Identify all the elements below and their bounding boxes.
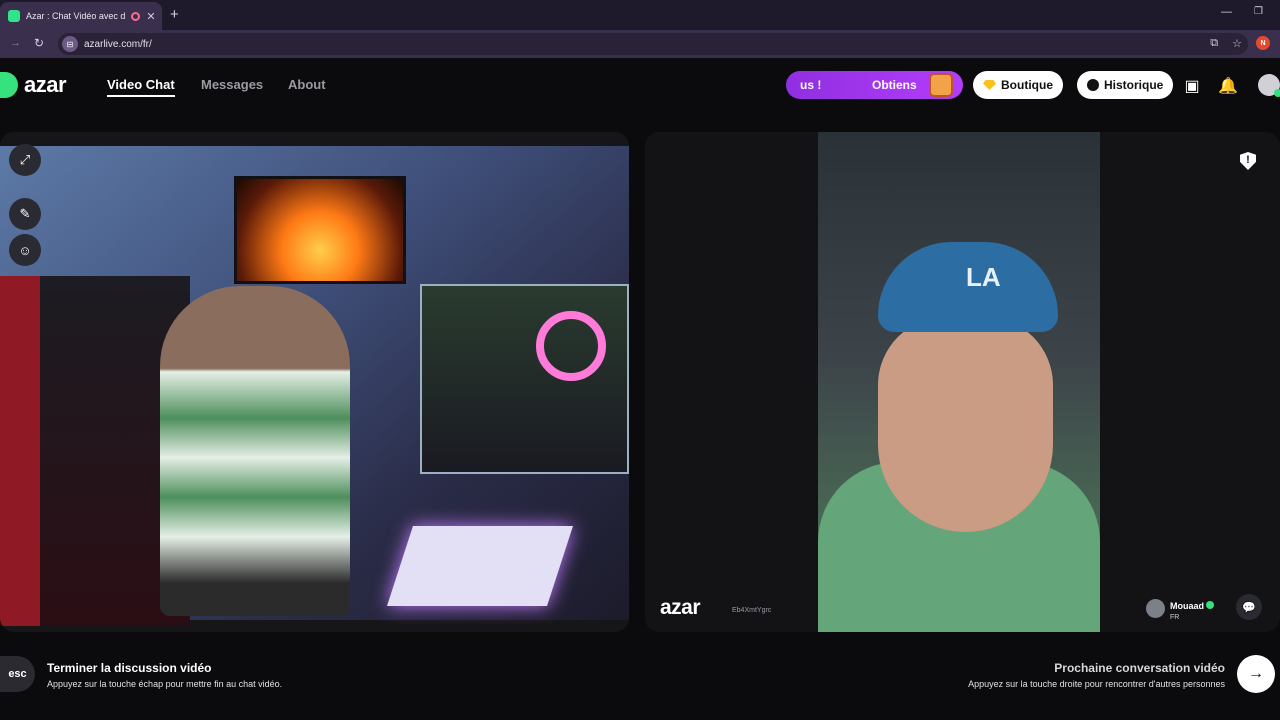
nav-video-chat[interactable]: Video Chat: [107, 77, 175, 97]
nav-messages[interactable]: Messages: [201, 77, 263, 92]
history-button[interactable]: Historique: [1077, 71, 1174, 99]
self-video-feed: [0, 146, 629, 626]
sticker-icon[interactable]: ☺: [9, 234, 41, 266]
inbox-icon[interactable]: ▣: [1182, 76, 1202, 96]
reload-icon[interactable]: ↻: [34, 36, 44, 50]
next-chat-title: Prochaine conversation vidéo: [1054, 661, 1225, 675]
end-chat-title: Terminer la discussion vidéo: [47, 661, 212, 675]
promo-text-right: Obtiens: [872, 78, 917, 92]
promo-text-left: us !: [800, 78, 822, 92]
profile-avatar[interactable]: N: [1256, 36, 1270, 50]
peer-info[interactable]: Mouaad FR: [1146, 596, 1215, 621]
watermark-id: Eb4XmtYgrc: [732, 607, 772, 614]
shop-button[interactable]: Boutique: [973, 71, 1063, 99]
clock-icon: [1087, 79, 1099, 91]
gem-icon: [983, 80, 996, 90]
rgb-keyboard: [387, 526, 573, 606]
history-label: Historique: [1104, 78, 1164, 92]
bell-icon[interactable]: 🔔: [1218, 76, 1238, 96]
nav-about[interactable]: About: [288, 77, 326, 92]
rgb-fan: [536, 311, 606, 381]
browser-toolbar: → ↻ ⊟ azarlive.com/fr/ ⧉ ☆ N: [0, 30, 1280, 58]
end-chat-hint: Appuyez sur la touche échap pour mettre …: [47, 679, 283, 689]
toolbar-actions: ⧉ ☆ N: [1210, 36, 1270, 50]
site-info-icon[interactable]: ⊟: [62, 36, 78, 52]
self-person: [160, 286, 350, 616]
restore-icon[interactable]: ❐: [1254, 6, 1263, 17]
magic-wand-icon[interactable]: ✎: [9, 198, 41, 230]
next-chat-hint: Appuyez sur la touche droite pour rencon…: [968, 679, 1225, 689]
minimize-icon[interactable]: —: [1221, 6, 1232, 18]
browser-tab[interactable]: Azar : Chat Vidéo avec de n ✕: [0, 2, 162, 30]
self-video-panel: [0, 132, 629, 632]
verified-badge-icon: [1206, 601, 1215, 609]
close-tab-icon[interactable]: ✕: [146, 10, 156, 23]
shop-label: Boutique: [1001, 78, 1053, 92]
promo-banner[interactable]: us ! Obtiens: [786, 71, 963, 99]
app-header: azar Video Chat Messages About us ! Obti…: [0, 58, 1280, 114]
tab-title: Azar : Chat Vidéo avec de n: [26, 11, 125, 21]
fireplace-screen: [234, 176, 406, 284]
azar-favicon-icon: [8, 10, 20, 22]
logo-text: azar: [24, 72, 67, 97]
new-tab-button[interactable]: +: [170, 6, 179, 23]
azar-watermark: azar: [660, 596, 701, 619]
azar-logo-icon: [0, 72, 18, 98]
remote-face: [878, 317, 1053, 532]
peer-avatar: [1146, 599, 1165, 618]
expand-icon[interactable]: ⤢: [9, 144, 41, 176]
pc-case: [420, 284, 629, 474]
cast-icon[interactable]: ⧉: [1210, 37, 1218, 50]
peer-name: Mouaad: [1170, 601, 1205, 611]
treasure-chest-icon: [929, 73, 953, 97]
chat-bubble-icon[interactable]: 💬: [1236, 594, 1262, 620]
remote-video-feed: LA: [818, 132, 1100, 632]
browser-tab-bar: Azar : Chat Vidéo avec de n ✕ + — ❐: [0, 0, 1280, 30]
recording-icon: [131, 11, 140, 21]
esc-key-button[interactable]: esc: [0, 656, 35, 692]
cap-logo: LA: [966, 262, 1001, 292]
remote-video-panel: LA: [645, 132, 1280, 632]
bookmark-star-icon[interactable]: ☆: [1232, 37, 1242, 50]
url-text: azarlive.com/fr/: [84, 38, 152, 50]
address-bar[interactable]: ⊟ azarlive.com/fr/: [58, 33, 1248, 55]
online-status-dot: [1274, 89, 1280, 97]
next-arrow-button[interactable]: →: [1237, 655, 1275, 693]
azar-logo[interactable]: azar: [0, 72, 67, 98]
forward-icon[interactable]: →: [10, 37, 21, 49]
peer-country: FR: [1170, 614, 1180, 621]
